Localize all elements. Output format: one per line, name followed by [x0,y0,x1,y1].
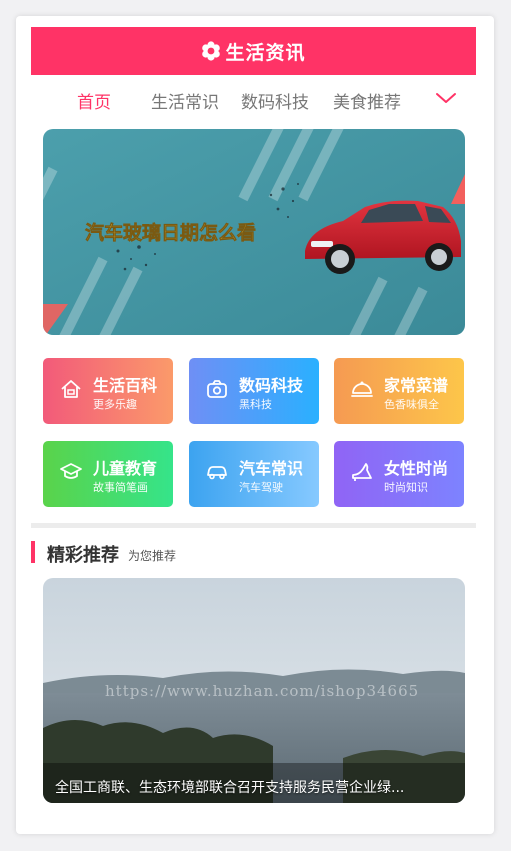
top-bar: 生活资讯 [31,27,476,75]
category-card-car-knowledge[interactable]: 汽车常识 汽车驾驶 [189,441,319,507]
mobile-app: 生活资讯 首页 生活常识 数码科技 美食推荐 汽车玻璃日期怎么看 生活百科 更多… [31,27,476,820]
house-icon [61,380,81,398]
category-subtitle: 时尚知识 [384,481,428,494]
dish-icon [351,381,373,397]
chevron-down-icon[interactable] [434,89,458,107]
category-title: 汽车常识 [239,459,304,478]
article-caption: 全国工商联、生态环境部联合召开支持服务民营企业绿... [55,780,405,796]
tab-food[interactable]: 美食推荐 [333,88,401,113]
category-card-digital-tech[interactable]: 数码科技 黑科技 [189,358,319,424]
category-subtitle: 更多乐趣 [93,398,137,411]
graduation-cap-icon [60,463,82,479]
flower-logo-icon [202,41,221,61]
banner-headline: 汽车玻璃日期怎么看 [85,221,256,244]
banner-carousel[interactable]: 汽车玻璃日期怎么看 [43,129,465,335]
high-heel-icon [352,463,372,481]
category-title: 数码科技 [239,376,304,395]
camera-icon [207,380,227,398]
tab-life-tips[interactable]: 生活常识 [151,88,219,113]
category-tabs: 首页 生活常识 数码科技 美食推荐 [31,75,476,122]
watermark-text: https://www.huzhan.com/ishop34665 [105,682,420,700]
section-accent-bar [31,541,35,563]
category-subtitle: 故事简笔画 [93,481,148,494]
category-title: 家常菜谱 [384,376,449,395]
category-title: 生活百科 [93,376,158,395]
category-card-women-fashion[interactable]: 女性时尚 时尚知识 [334,441,464,507]
car-icon [207,466,227,480]
tab-home[interactable]: 首页 [77,88,111,113]
category-subtitle: 色香味俱全 [384,398,439,411]
banner-image: 汽车玻璃日期怎么看 [43,129,465,335]
tab-digital-tech[interactable]: 数码科技 [241,88,309,113]
section-subtitle: 为您推荐 [128,549,177,563]
section-title: 精彩推荐 [47,545,119,566]
category-title: 女性时尚 [384,459,449,478]
featured-article-card[interactable]: https://www.huzhan.com/ishop34665 全国工商联、… [43,578,465,803]
app-title: 生活资讯 [225,41,306,64]
category-card-children-education[interactable]: 儿童教育 故事简笔画 [43,441,173,507]
category-title: 儿童教育 [93,459,158,478]
category-card-life-encyclopedia[interactable]: 生活百科 更多乐趣 [43,358,173,424]
category-subtitle: 黑科技 [239,398,272,411]
section-divider [31,523,476,528]
category-card-home-recipes[interactable]: 家常菜谱 色香味俱全 [334,358,464,424]
category-subtitle: 汽车驾驶 [239,481,283,494]
